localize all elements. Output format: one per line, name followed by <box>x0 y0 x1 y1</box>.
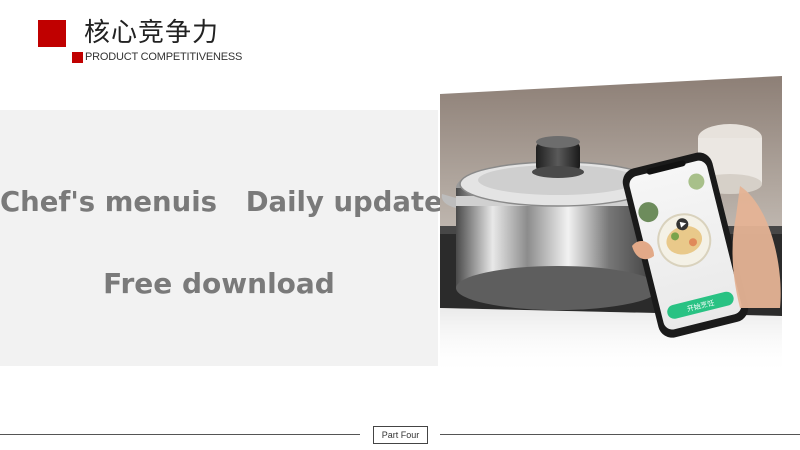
title-accent-square <box>38 20 66 47</box>
product-image: 开始烹饪 <box>440 76 782 376</box>
footer-divider-right <box>440 434 800 435</box>
part-label: Part Four <box>373 426 428 444</box>
subtitle-accent-square <box>72 52 83 63</box>
footer-divider-left <box>0 434 360 435</box>
feature-panel: Chef's menuis Daily update Free download <box>0 110 443 366</box>
page-title: 核心竞争力 <box>84 18 220 48</box>
feature-line-free-download: Free download <box>103 267 335 300</box>
page-subtitle: PRODUCT COMPETITIVENESS <box>85 51 243 63</box>
feature-line-menu-update: Chef's menuis Daily update <box>0 186 443 218</box>
